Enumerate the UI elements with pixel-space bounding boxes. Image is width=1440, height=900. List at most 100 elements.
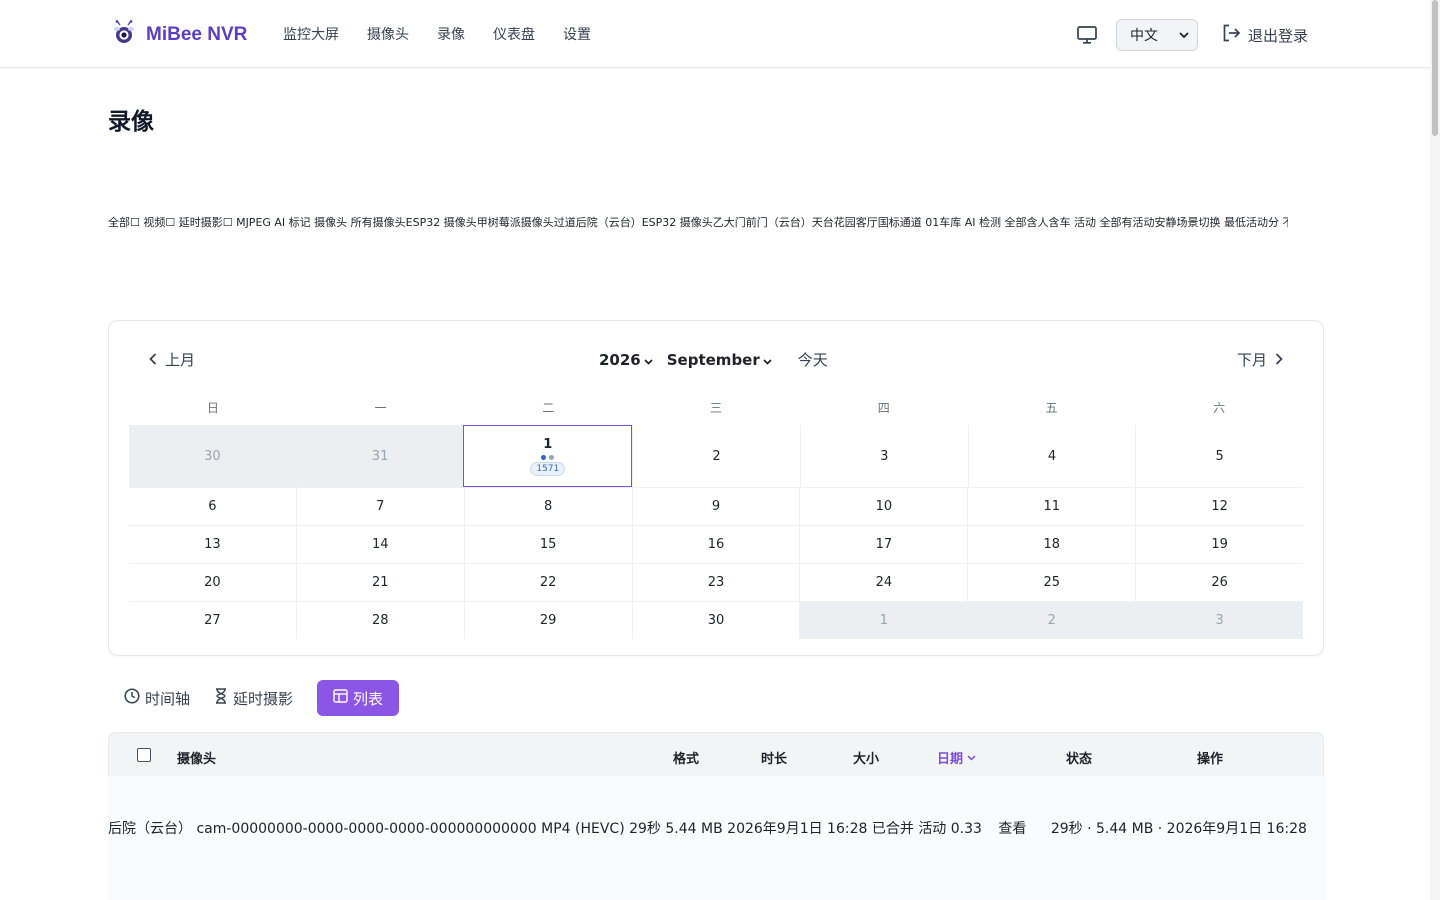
filter-bar[interactable]: 全部☐ 视频☐ 延时摄影☐ MJPEG AI 标记 摄像头 所有摄像头ESP32…: [108, 214, 1288, 230]
calendar-day[interactable]: 6: [129, 488, 296, 525]
calendar-day[interactable]: 22: [463, 564, 632, 601]
page-title: 录像: [108, 109, 154, 135]
calendar-day[interactable]: 5: [1135, 425, 1303, 487]
recordings-table: 摄像头 格式 时长 大小 日期 状态 操作 后院（云台） cam-0000000…: [108, 732, 1326, 900]
calendar-day[interactable]: 29: [463, 602, 632, 639]
chevron-right-icon: [1275, 351, 1283, 369]
weekday-label: 四: [877, 401, 890, 415]
calendar-day[interactable]: 30: [129, 425, 296, 487]
column-status[interactable]: 状态: [1066, 748, 1092, 767]
calendar-day[interactable]: 4: [967, 425, 1136, 487]
column-format[interactable]: 格式: [673, 748, 699, 767]
prev-month-label: 上月: [165, 351, 196, 369]
calendar-day[interactable]: 9: [631, 488, 800, 525]
tab-timeline[interactable]: 时间轴: [124, 680, 190, 716]
calendar-day[interactable]: 28: [295, 602, 464, 639]
column-size[interactable]: 大小: [853, 748, 879, 767]
calendar-day[interactable]: 3: [1135, 602, 1304, 639]
column-date[interactable]: 日期: [937, 748, 976, 767]
calendar-day-selected[interactable]: 1 1571: [463, 425, 633, 487]
header-actions: 中文 退出登录: [1076, 19, 1308, 51]
calendar-day[interactable]: 23: [631, 564, 800, 601]
tab-list[interactable]: 列表: [317, 680, 400, 716]
recording-count-badge: 1571: [530, 461, 566, 476]
calendar-day[interactable]: 25: [967, 564, 1135, 601]
page-scrollbar[interactable]: [1430, 0, 1440, 900]
calendar-day[interactable]: 24: [799, 564, 967, 601]
calendar-day[interactable]: 16: [631, 526, 800, 563]
calendar-day[interactable]: 21: [295, 564, 464, 601]
chevron-left-icon: [149, 351, 157, 369]
logout-icon: [1222, 24, 1241, 46]
next-month-button[interactable]: 下月: [1237, 349, 1283, 370]
main-nav: 监控大屏 摄像头 录像 仪表盘 设置: [283, 24, 591, 44]
calendar-day[interactable]: 17: [799, 526, 967, 563]
chevron-down-icon: [644, 351, 653, 369]
calendar-grid: 30 31 1 1571 2 3 4 5 6 7 8 9 10 11 12 13…: [129, 425, 1304, 639]
calendar-day[interactable]: 26: [1135, 564, 1303, 601]
next-month-label: 下月: [1236, 351, 1267, 369]
column-camera[interactable]: 摄像头: [177, 748, 216, 767]
nav-item-recordings[interactable]: 录像: [437, 24, 465, 44]
calendar-day[interactable]: 30: [631, 602, 800, 639]
select-all-checkbox[interactable]: [137, 748, 151, 762]
row-size: 5.44 MB: [665, 821, 723, 837]
column-duration[interactable]: 时长: [761, 748, 787, 767]
weekday-label: 六: [1213, 401, 1226, 415]
weekday-label: 日: [206, 401, 219, 415]
tab-label: 时间轴: [145, 689, 191, 708]
language-value: 中文: [1129, 28, 1158, 44]
weekday-label: 五: [1045, 401, 1058, 415]
chevron-down-icon: [967, 750, 976, 765]
chevron-down-icon: [1179, 27, 1189, 43]
calendar-day[interactable]: 2: [967, 602, 1136, 639]
calendar-day[interactable]: 15: [463, 526, 632, 563]
language-select[interactable]: 中文: [1115, 19, 1198, 51]
nav-item-monitor-wall[interactable]: 监控大屏: [283, 24, 339, 44]
nav-item-cameras[interactable]: 摄像头: [367, 24, 409, 44]
recording-dot: [549, 454, 555, 460]
calendar-week: 13 14 15 16 17 18 19: [129, 525, 1303, 563]
row-activity: 活动 0.33: [918, 821, 982, 837]
bee-logo-icon: [112, 20, 136, 50]
calendar-day[interactable]: 31: [295, 425, 464, 487]
prev-month-button[interactable]: 上月: [149, 349, 195, 370]
calendar-day[interactable]: 8: [463, 488, 632, 525]
chevron-down-icon: [763, 351, 772, 369]
calendar-day[interactable]: 20: [129, 564, 296, 601]
nav-item-settings[interactable]: 设置: [563, 24, 591, 44]
weekday-label: 三: [710, 401, 723, 415]
calendar-day[interactable]: 13: [129, 526, 296, 563]
tab-timelapse[interactable]: 延时摄影: [214, 680, 293, 716]
year-select[interactable]: 2026: [599, 351, 653, 369]
calendar-day[interactable]: 2: [632, 425, 800, 487]
monitor-icon[interactable]: [1076, 24, 1098, 46]
tab-label: 延时摄影: [233, 689, 294, 708]
day-number: 1: [543, 436, 553, 452]
calendar-day[interactable]: 19: [1135, 526, 1303, 563]
row-format: MP4 (HEVC): [541, 821, 625, 837]
brand[interactable]: MiBee NVR: [112, 20, 247, 50]
table-body: 后院（云台） cam-00000000-0000-0000-0000-00000…: [108, 776, 1326, 900]
logout-button[interactable]: 退出登录: [1222, 24, 1308, 46]
calendar-day[interactable]: 27: [129, 602, 296, 639]
calendar-day[interactable]: 18: [967, 526, 1135, 563]
calendar-day[interactable]: 1: [799, 602, 968, 639]
calendar-day[interactable]: 12: [1135, 488, 1303, 525]
calendar-week: 27 28 29 30 1 2 3: [129, 601, 1304, 639]
calendar-day[interactable]: 11: [967, 488, 1135, 525]
calendar-day[interactable]: 10: [799, 488, 967, 525]
calendar-day[interactable]: 14: [295, 526, 464, 563]
nav-item-dashboard[interactable]: 仪表盘: [493, 24, 535, 44]
month-value: September: [666, 350, 760, 369]
view-recording-button[interactable]: 查看: [998, 821, 1026, 837]
table-row[interactable]: 后院（云台） cam-00000000-0000-0000-0000-00000…: [108, 818, 1307, 838]
top-bar: MiBee NVR 监控大屏 摄像头 录像 仪表盘 设置 中文 退出登录: [0, 0, 1430, 68]
scrollbar-thumb[interactable]: [1432, 0, 1438, 136]
month-select[interactable]: September: [667, 351, 772, 369]
calendar-day[interactable]: 7: [295, 488, 464, 525]
calendar-day[interactable]: 3: [799, 425, 968, 487]
view-tabs: 时间轴 延时摄影 列表: [124, 680, 400, 716]
today-button[interactable]: 今天: [798, 349, 828, 370]
weekday-label: 二: [542, 401, 555, 415]
